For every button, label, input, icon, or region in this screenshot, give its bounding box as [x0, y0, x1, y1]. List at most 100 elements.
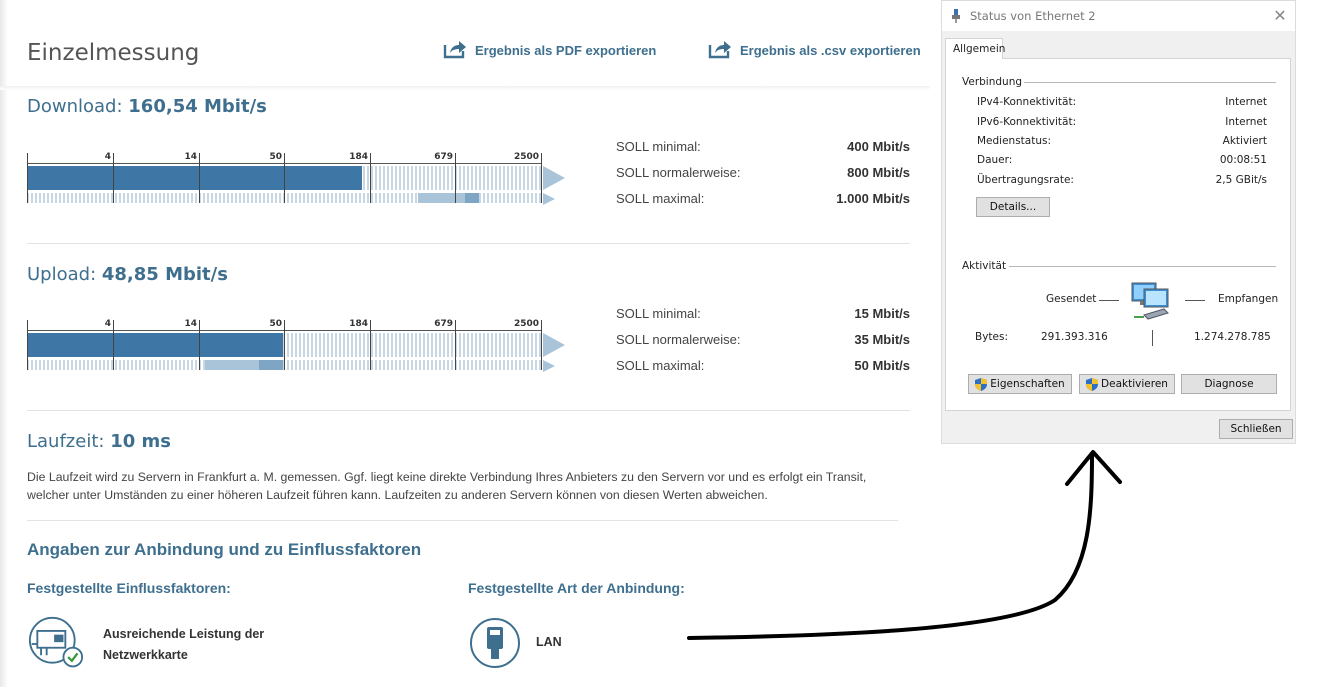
scale-tick: [27, 153, 28, 203]
share-export-icon: [443, 39, 467, 62]
scale-tick: [284, 153, 285, 203]
status-value: Internet: [1225, 96, 1267, 108]
tab-panel-general: Verbindung IPv4-Konnektivität: Internet I…: [945, 58, 1291, 411]
factor-text: Ausreichende Leistung der Netzwerkkarte: [103, 627, 265, 662]
soll-row: SOLL minimal: 400 Mbit/s: [616, 134, 910, 160]
soll-value: 15 Mbit/s: [854, 306, 910, 321]
status-label: Medienstatus:: [977, 135, 1052, 147]
scale-arrow-icon: [543, 360, 555, 372]
export-pdf-label: Ergebnis als PDF exportieren: [475, 43, 657, 58]
scale-arrow-icon: [543, 166, 565, 190]
scale-tick-label: 4: [104, 152, 111, 162]
network-card-check-icon: [26, 616, 84, 668]
scale-arrow-icon: [543, 333, 565, 357]
received-label: Empfangen: [1218, 293, 1279, 305]
deactivate-button[interactable]: Deaktivieren: [1079, 374, 1175, 394]
upload-soll-list: SOLL minimal: 15 Mbit/s SOLL normalerweis…: [616, 301, 910, 379]
header-divider: [0, 86, 930, 90]
soll-row: SOLL minimal: 15 Mbit/s: [616, 301, 910, 327]
soll-label: SOLL maximal:: [616, 191, 705, 206]
export-csv-button[interactable]: Ergebnis als .csv exportieren: [708, 39, 921, 62]
close-icon[interactable]: ✕: [1269, 5, 1291, 27]
download-value: 160,54 Mbit/s: [128, 96, 267, 117]
soll-row: SOLL normalerweise: 35 Mbit/s: [616, 327, 910, 353]
scale-tick-label: 2500: [513, 319, 539, 329]
scale-tick-label: 2500: [513, 152, 539, 162]
status-value: 00:08:51: [1219, 154, 1267, 166]
soll-label: SOLL minimal:: [616, 139, 701, 154]
soll-row: SOLL normalerweise: 800 Mbit/s: [616, 160, 910, 186]
properties-label: Eigenschaften: [990, 378, 1065, 390]
section-divider: [27, 410, 910, 411]
close-button[interactable]: Schließen: [1219, 419, 1293, 439]
measured-speed-fill: [27, 333, 284, 357]
scale-tick: [370, 320, 371, 370]
factors-heading: Festgestellte Einflussfaktoren:: [27, 580, 231, 596]
scale-tick: [370, 153, 371, 203]
tab-allgemein[interactable]: Allgemein: [945, 38, 1005, 59]
bytes-label: Bytes:: [975, 331, 1009, 343]
dialog-title: Status von Ethernet 2: [970, 9, 1096, 23]
connection-type-heading: Festgestellte Art der Anbindung:: [468, 580, 685, 596]
network-computers-icon: [1130, 279, 1174, 327]
status-row: IPv6-Konnektivität: Internet: [977, 116, 1267, 128]
latency-title: Laufzeit: 10 ms: [27, 431, 171, 452]
connection-heading: Angaben zur Anbindung und zu Einflussfak…: [27, 540, 422, 559]
scale-arrow-icon: [543, 193, 555, 205]
scale-tick: [27, 320, 28, 370]
status-value: Aktiviert: [1222, 135, 1267, 147]
scale-tick: [284, 320, 285, 370]
scale-tick-label: 679: [434, 319, 453, 329]
download-bar-chart: 4 14 50 184 679 2500: [27, 152, 567, 213]
page-edge-shadow: [0, 0, 8, 687]
diagnose-button[interactable]: Diagnose: [1181, 374, 1277, 394]
download-label: Download:: [27, 96, 123, 117]
soll-row: SOLL maximal: 50 Mbit/s: [616, 353, 910, 379]
contract-normal-fill: [258, 360, 284, 370]
annotation-arrow: [687, 450, 1122, 640]
scale-tick-label: 184: [349, 152, 368, 162]
scale-tick: [199, 153, 200, 203]
status-label: Übertragungsrate:: [977, 174, 1074, 186]
status-label: IPv4-Konnektivität:: [977, 96, 1077, 108]
download-title: Download: 160,54 Mbit/s: [27, 96, 267, 117]
group-divider: [1024, 82, 1276, 83]
scale-tick-label: 14: [184, 319, 197, 329]
group-connection-label: Verbindung: [962, 76, 1023, 88]
bytes-received-value: 1.274.278.785: [1194, 331, 1271, 343]
upload-label: Upload:: [27, 264, 97, 285]
ethernet-status-dialog: Status von Ethernet 2 ✕ Allgemein Verbin…: [941, 0, 1296, 444]
measured-speed-fill: [27, 166, 362, 190]
lan-cable-icon: [469, 617, 521, 669]
scale-tick-label: 4: [104, 319, 111, 329]
dialog-titlebar: Status von Ethernet 2 ✕: [942, 1, 1295, 31]
status-value: 2,5 GBit/s: [1215, 174, 1267, 186]
soll-value: 1.000 Mbit/s: [836, 191, 910, 206]
page-title: Einzelmessung: [27, 40, 200, 66]
soll-label: SOLL maximal:: [616, 358, 705, 373]
scale-tick: [113, 320, 114, 370]
status-row: IPv4-Konnektivität: Internet: [977, 96, 1267, 108]
status-row: Übertragungsrate: 2,5 GBit/s: [977, 174, 1267, 186]
latency-value: 10 ms: [110, 431, 171, 452]
export-pdf-button[interactable]: Ergebnis als PDF exportieren: [443, 39, 656, 62]
shield-icon: [975, 377, 988, 391]
details-button[interactable]: Details...: [976, 197, 1050, 217]
share-export-icon: [708, 39, 732, 62]
soll-label: SOLL normalerweise:: [616, 165, 741, 180]
section-divider: [27, 243, 910, 244]
properties-button[interactable]: Eigenschaften: [968, 374, 1072, 394]
scale-tick: [455, 320, 456, 370]
status-row: Dauer: 00:08:51: [977, 154, 1267, 166]
status-value: Internet: [1225, 116, 1267, 128]
status-label: IPv6-Konnektivität:: [977, 116, 1077, 128]
soll-value: 400 Mbit/s: [847, 139, 910, 154]
bytes-sent-value: 291.393.316: [1041, 331, 1108, 343]
scale-tick-label: 679: [434, 152, 453, 162]
scale-tick-label: 14: [184, 152, 197, 162]
deactivate-label: Deaktivieren: [1101, 378, 1168, 390]
group-divider: [1009, 266, 1276, 267]
network-adapter-icon: [951, 9, 961, 23]
soll-label: SOLL normalerweise:: [616, 332, 741, 347]
scale-tick-label: 50: [269, 152, 282, 162]
